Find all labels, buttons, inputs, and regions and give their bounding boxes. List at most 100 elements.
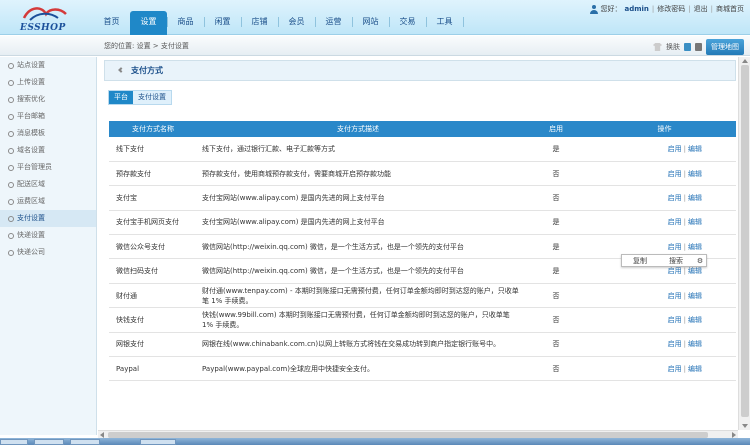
logout-link[interactable]: 退出	[694, 4, 708, 14]
nav-trade[interactable]: 交易	[389, 11, 427, 35]
payment-desc: 微信网站(http://weixin.qq.com) 微信，是一个生活方式，也是…	[197, 234, 519, 260]
edit-link[interactable]: 编辑	[688, 316, 702, 324]
payment-enabled: 否	[519, 307, 593, 333]
enable-link[interactable]: 启用	[668, 243, 682, 251]
edit-link[interactable]: 编辑	[688, 340, 702, 348]
payment-desc: 支付宝网站(www.alipay.com) 是国内先进的网上支付平台	[197, 185, 519, 211]
main-nav: 首页 设置 商品 闲置 店铺 会员 运营 网站 交易 工具	[93, 11, 464, 35]
nav-home[interactable]: 首页	[93, 11, 131, 35]
sidebar-item-message-templates[interactable]: 消息模板	[0, 125, 96, 142]
payment-desc: 快钱(www.99bill.com) 本期时到账接口无需预付费，任何订单金额均即…	[197, 307, 519, 333]
table-row: Paypal Paypal(www.paypal.com)全球应用中快捷安全支付。…	[109, 356, 736, 382]
sidebar-item-upload-settings[interactable]: 上传设置	[0, 74, 96, 91]
enable-link[interactable]: 启用	[668, 316, 682, 324]
nav-operation[interactable]: 运营	[315, 11, 353, 35]
payment-name: Paypal	[109, 356, 197, 382]
edit-link[interactable]: 编辑	[688, 267, 702, 275]
skin-blue-icon[interactable]	[684, 43, 691, 51]
edit-link[interactable]: 编辑	[688, 243, 702, 251]
payment-desc: Paypal(www.paypal.com)全球应用中快捷安全支付。	[197, 356, 519, 382]
payment-desc: 微信网站(http://weixin.qq.com) 微信，是一个生活方式，也是…	[197, 258, 519, 284]
payment-enabled: 否	[519, 356, 593, 382]
skin-grey-icon[interactable]	[695, 43, 702, 51]
popup-copy-button[interactable]: 复制	[622, 256, 658, 266]
enable-link[interactable]: 启用	[668, 218, 682, 226]
nav-store[interactable]: 店铺	[241, 11, 279, 35]
payment-name: 微信扫码支付	[109, 258, 197, 284]
enable-link[interactable]: 启用	[668, 267, 682, 275]
edit-link[interactable]: 编辑	[688, 145, 702, 153]
user-icon	[589, 4, 598, 14]
breadcrumb-bar: 您的位置: 设置 > 支付设置 换肤 管理地图	[0, 36, 750, 56]
payment-ops: 启用 | 编辑	[593, 210, 736, 236]
change-password-link[interactable]: 修改密码	[657, 4, 685, 14]
edit-link[interactable]: 编辑	[688, 218, 702, 226]
header: ESSHOP 首页 设置 商品 闲置 店铺 会员 运营 网站 交易 工具 您好：…	[0, 0, 750, 35]
sidebar-item-admins[interactable]: 平台管理员	[0, 159, 96, 176]
edit-link[interactable]: 编辑	[688, 365, 702, 373]
payment-ops: 启用 | 编辑	[593, 356, 736, 382]
col-name: 支付方式名称	[109, 121, 197, 137]
nav-member[interactable]: 会员	[278, 11, 316, 35]
col-enabled: 启用	[519, 121, 593, 137]
logo-text: ESSHOP	[20, 23, 66, 33]
enable-link[interactable]: 启用	[668, 194, 682, 202]
table-row: 支付宝 支付宝网站(www.alipay.com) 是国内先进的网上支付平台否启用…	[109, 185, 736, 211]
edit-link[interactable]: 编辑	[688, 170, 702, 178]
enable-link[interactable]: 启用	[668, 340, 682, 348]
nav-tools[interactable]: 工具	[426, 11, 464, 35]
skin-icon[interactable]	[653, 43, 662, 51]
payment-ops: 启用 | 编辑	[593, 185, 736, 211]
edit-link[interactable]: 编辑	[688, 292, 702, 300]
taskbar-item[interactable]	[70, 439, 100, 445]
enable-link[interactable]: 启用	[668, 145, 682, 153]
scroll-up-icon[interactable]	[742, 59, 748, 63]
nav-idle[interactable]: 闲置	[204, 11, 242, 35]
payment-desc: 财付通(www.tenpay.com) - 本期时到账接口无需预付费，任何订单金…	[197, 283, 519, 309]
sidebar-item-domain[interactable]: 域名设置	[0, 142, 96, 159]
collapse-arrow-icon[interactable]	[118, 67, 124, 73]
tab-payment-settings[interactable]: 支付设置	[133, 91, 171, 104]
payment-enabled: 是	[519, 137, 593, 162]
sidebar-item-express-settings[interactable]: 快递设置	[0, 227, 96, 244]
tab-platform[interactable]: 平台	[109, 91, 133, 104]
sidebar-item-seo[interactable]: 搜索优化	[0, 91, 96, 108]
sitemap-button[interactable]: 管理地图	[706, 39, 744, 55]
mall-home-link[interactable]: 商城首页	[716, 4, 744, 14]
edit-link[interactable]: 编辑	[688, 194, 702, 202]
sidebar-item-freight-area[interactable]: 运费区域	[0, 193, 96, 210]
payment-name: 网银支付	[109, 332, 197, 358]
enable-link[interactable]: 启用	[668, 292, 682, 300]
vertical-scrollbar[interactable]	[738, 57, 750, 430]
payment-desc: 网银在线(www.chinabank.com.cn)以网上转账方式将钱在交易成功…	[197, 332, 519, 358]
enable-link[interactable]: 启用	[668, 365, 682, 373]
payment-enabled: 否	[519, 283, 593, 309]
sidebar-item-delivery-area[interactable]: 配送区域	[0, 176, 96, 193]
nav-goods[interactable]: 商品	[167, 11, 205, 35]
scroll-thumb[interactable]	[741, 65, 749, 417]
nav-website[interactable]: 网站	[352, 11, 390, 35]
payment-enabled: 是	[519, 258, 593, 284]
nav-settings[interactable]: 设置	[130, 11, 168, 35]
taskbar-item[interactable]	[0, 439, 28, 445]
taskbar-item[interactable]	[140, 439, 176, 445]
toolbar: 换肤 管理地图	[653, 39, 744, 55]
sidebar-item-express-company[interactable]: 快递公司	[0, 244, 96, 261]
page-title-text: 支付方式	[131, 66, 163, 75]
scroll-down-icon[interactable]	[742, 424, 748, 428]
horizontal-scrollbar[interactable]	[98, 430, 738, 438]
skin-label[interactable]: 换肤	[666, 42, 680, 52]
table-row: 财付通 财付通(www.tenpay.com) - 本期时到账接口无需预付费，任何…	[109, 283, 736, 309]
payment-enabled: 否	[519, 161, 593, 187]
sidebar-item-mailbox[interactable]: 平台邮箱	[0, 108, 96, 125]
gear-icon[interactable]: ⚙	[694, 257, 706, 265]
sidebar-item-site-settings[interactable]: 站点设置	[0, 57, 96, 74]
table-header: 支付方式名称 支付方式描述 启用 操作	[109, 121, 736, 137]
table-row: 支付宝手机网页支付 支付宝网站(www.alipay.com) 是国内先进的网上支…	[109, 210, 736, 236]
taskbar-item[interactable]	[34, 439, 64, 445]
enable-link[interactable]: 启用	[668, 170, 682, 178]
popup-search-button[interactable]: 搜索	[658, 256, 694, 266]
sidebar-item-payment[interactable]: 支付设置	[0, 210, 96, 227]
payment-ops: 启用 | 编辑	[593, 137, 736, 162]
table-row: 线下支付 线下支付，通过银行汇款、电子汇款等方式是启用 | 编辑	[109, 137, 736, 162]
